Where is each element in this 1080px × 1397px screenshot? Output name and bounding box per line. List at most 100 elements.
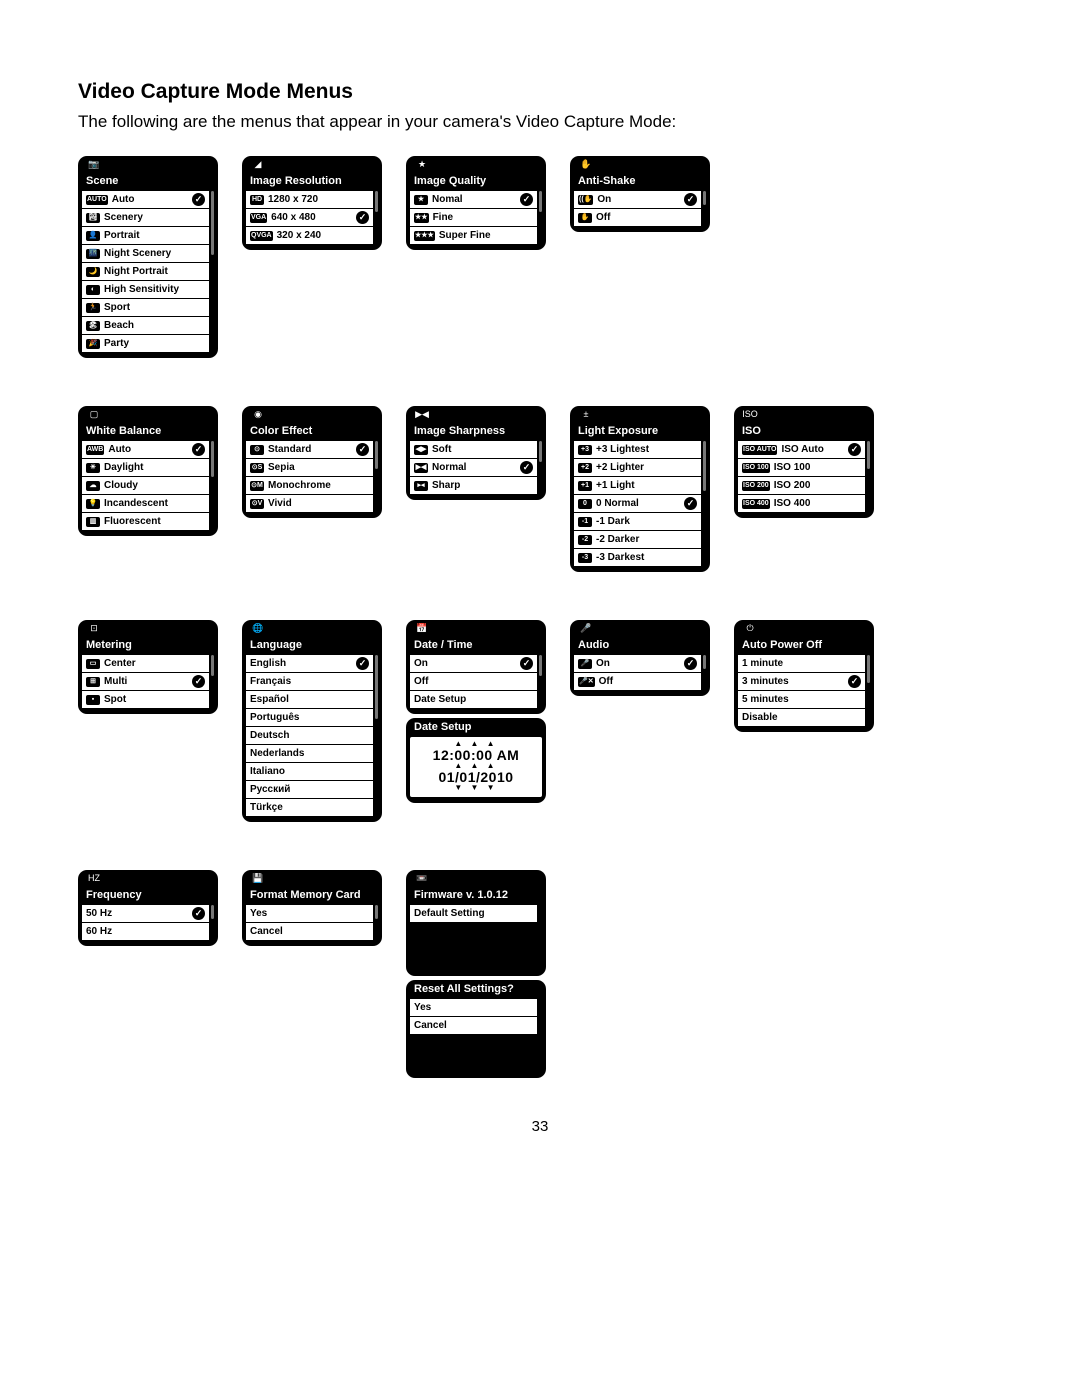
format_memory_card-item-label: Yes [250,907,369,920]
firmware-item[interactable]: Default Setting [410,905,537,922]
scene-item[interactable]: 🏃 Sport [82,299,209,317]
language-item[interactable]: Nederlands [246,745,373,763]
white_balance-item[interactable]: AWBAuto✓ [82,441,209,459]
scene-item[interactable]: 👤Portrait [82,227,209,245]
language-item[interactable]: Türkçe [246,799,373,816]
language-item-label: Français [250,675,369,688]
check-icon: ✓ [356,443,369,456]
iso-item[interactable]: ISO 100ISO 100 [738,459,865,477]
scene-item[interactable]: AUTOAuto✓ [82,191,209,209]
scene-item-label: Portrait [104,229,205,242]
white_balance-item-label: Cloudy [104,479,205,492]
language-item[interactable]: Español [246,691,373,709]
menus-grid: 📷 Scene AUTOAuto✓🏞Scenery👤Portrait🌃Night… [78,156,1002,1078]
metering-item-label: Multi [104,675,188,688]
reset_all-item[interactable]: Cancel [410,1017,537,1034]
image_quality-item[interactable]: ★Nomal✓ [410,191,537,209]
date_time-item[interactable]: On✓ [410,655,537,673]
scene-item[interactable]: 🎉Party [82,335,209,352]
light_exposure-item[interactable]: 00 Normal✓ [574,495,701,513]
check-icon: ✓ [520,193,533,206]
date_time-item[interactable]: Date Setup [410,691,537,708]
language-item[interactable]: Português [246,709,373,727]
auto_power_off-item[interactable]: Disable [738,709,865,726]
date_time-item[interactable]: Off [410,673,537,691]
white_balance-item[interactable]: ☀Daylight [82,459,209,477]
white_balance-item-label: Incandescent [104,497,205,510]
scene-item-label: Sport [104,301,205,314]
menu-language: 🌐 Language English✓FrançaisEspañolPortug… [242,620,382,822]
menu-audio: 🎤 Audio 🎤On✓🎤✕Off [570,620,710,696]
audio-item[interactable]: 🎤On✓ [574,655,701,673]
color_effect-item[interactable]: ⊙MMonochrome [246,477,373,495]
image_sharpness-item[interactable]: ▸◂Sharp [410,477,537,494]
light_exposure-item[interactable]: -1-1 Dark [574,513,701,531]
auto_power_off-item-label: 3 minutes [742,675,844,688]
metering-item[interactable]: ⊞Multi✓ [82,673,209,691]
scene-item[interactable]: 🌙Night Portrait [82,263,209,281]
language-item[interactable]: Deutsch [246,727,373,745]
image_quality-item[interactable]: ★★Fine [410,209,537,227]
auto-power-off-title: Auto Power Off [734,636,874,655]
format_memory_card-item[interactable]: Yes [246,905,373,923]
metering-item[interactable]: ▭Center [82,655,209,673]
light_exposure-item[interactable]: +3+3 Lightest [574,441,701,459]
format_memory_card-item[interactable]: Cancel [246,923,373,940]
image_resolution-item[interactable]: QVGA320 x 240 [246,227,373,244]
scene-item-icon: AUTO [86,195,108,205]
white_balance-item[interactable]: ▥Fluorescent [82,513,209,530]
image_sharpness-item[interactable]: ◀▶Soft [410,441,537,459]
white_balance-item[interactable]: ☁Cloudy [82,477,209,495]
iso-tab-icon: ISO [740,406,760,422]
menu-light-exposure: ± Light Exposure +3+3 Lightest+2+2 Light… [570,406,710,572]
image_quality-item[interactable]: ★★★Super Fine [410,227,537,244]
language-item[interactable]: English✓ [246,655,373,673]
color_effect-item[interactable]: ⊙VVivid [246,495,373,512]
language-item-label: Español [250,693,369,706]
iso-item[interactable]: ISO 200 ISO 200 [738,477,865,495]
menu-firmware: 📼 Firmware v. 1.0.12 Default Setting [406,870,546,976]
menu-anti-shake: ✋ Anti-Shake ((✋On✓✋Off [570,156,710,232]
frequency-item[interactable]: 50 Hz✓ [82,905,209,923]
language-item[interactable]: Français [246,673,373,691]
auto_power_off-item[interactable]: 3 minutes✓ [738,673,865,691]
scene-item[interactable]: 🏞Scenery [82,209,209,227]
image_sharpness-item[interactable]: ▶◀Normal✓ [410,459,537,477]
audio-item[interactable]: 🎤✕Off [574,673,701,690]
menu-image-resolution: ◢ Image Resolution HD1280 x 720VGA640 x … [242,156,382,250]
scene-item[interactable]: 🏖Beach [82,317,209,335]
white_balance-item[interactable]: 💡Incandescent [82,495,209,513]
scene-item[interactable]: ◐High Sensitivity [82,281,209,299]
scene-tab-icon: 📷 [84,156,104,172]
image-quality-title: Image Quality [406,172,546,191]
menu-date-setup: Date Setup ▲ ▲ ▲ 12:00:00 AM ▲ ▲ ▲ 01/01… [406,718,546,803]
anti_shake-item[interactable]: ((✋On✓ [574,191,701,209]
iso-item-icon: ISO 200 [742,481,770,491]
iso-item[interactable]: ISO AUTOISO Auto✓ [738,441,865,459]
language-item[interactable]: Italiano [246,763,373,781]
iso-item-label: ISO 200 [774,479,861,492]
color_effect-item[interactable]: ⊙SSepia [246,459,373,477]
scene-item[interactable]: 🌃Night Scenery [82,245,209,263]
date_time-item-label: Date Setup [414,693,533,706]
image_resolution-item-icon: VGA [250,213,267,223]
scene-item-icon: 🏃 [86,303,100,313]
light_exposure-item[interactable]: -2-2 Darker [574,531,701,549]
image_resolution-item[interactable]: HD1280 x 720 [246,191,373,209]
light_exposure-item[interactable]: +1+1 Light [574,477,701,495]
anti_shake-item[interactable]: ✋Off [574,209,701,226]
reset_all-item[interactable]: Yes [410,999,537,1017]
light_exposure-item[interactable]: +2+2 Lighter [574,459,701,477]
image_resolution-item[interactable]: VGA640 x 480✓ [246,209,373,227]
color_effect-item[interactable]: ⊙Standard✓ [246,441,373,459]
iso-title: ISO [734,422,874,441]
auto_power_off-item[interactable]: 1 minute [738,655,865,673]
language-item-label: Português [250,711,369,724]
light_exposure-item[interactable]: -3-3 Darkest [574,549,701,566]
frequency-item[interactable]: 60 Hz [82,923,209,940]
iso-item[interactable]: ISO 400ISO 400 [738,495,865,512]
language-item[interactable]: Русский [246,781,373,799]
metering-item[interactable]: ▪Spot [82,691,209,708]
anti_shake-item-label: On [597,193,680,206]
auto_power_off-item[interactable]: 5 minutes [738,691,865,709]
